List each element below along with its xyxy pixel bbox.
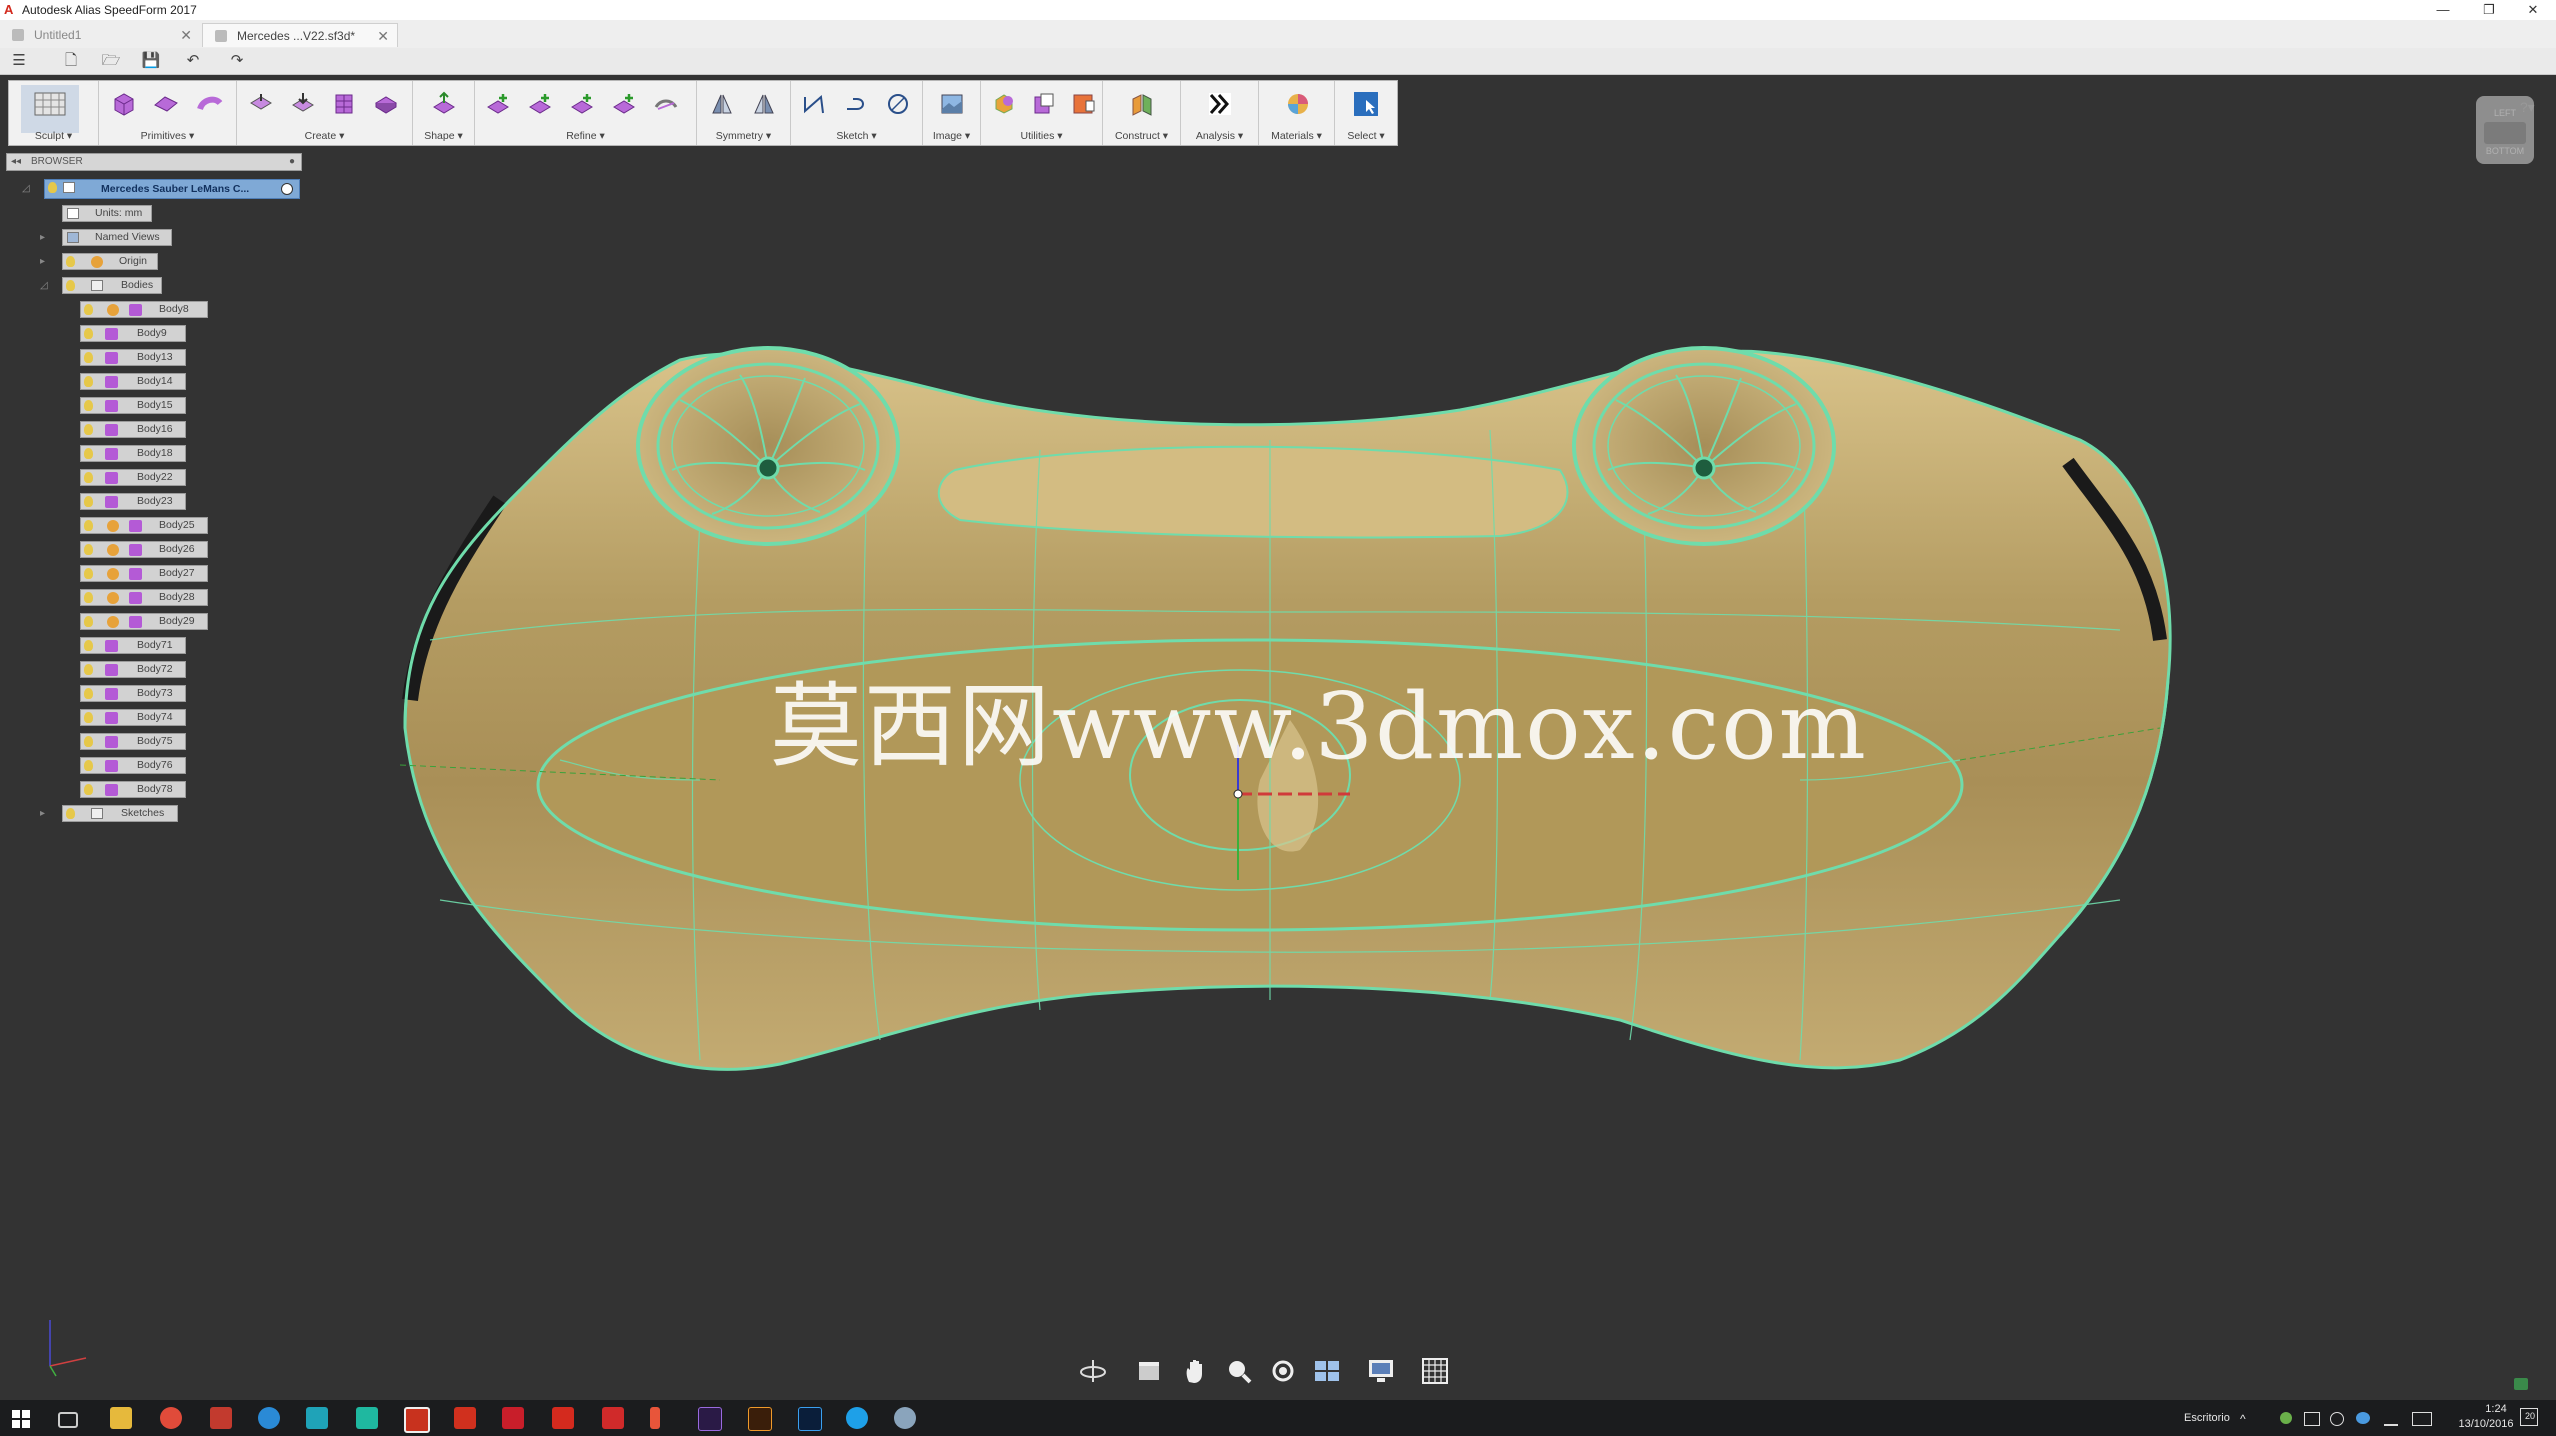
notification-center-icon[interactable]: 20 <box>2520 1408 2538 1426</box>
pan-hand-icon[interactable] <box>1180 1356 1210 1386</box>
grid-toggle-icon[interactable] <box>1420 1356 1450 1386</box>
acrobat-icon[interactable] <box>602 1407 624 1429</box>
app-v-icon[interactable] <box>502 1407 524 1429</box>
premiere-icon[interactable] <box>698 1407 722 1431</box>
keyboard-icon[interactable] <box>2412 1412 2432 1426</box>
watermark-text: 莫西网www.3dmox.com <box>770 673 1868 780</box>
clock-date[interactable]: 13/10/2016 <box>2444 1418 2528 1430</box>
display-settings-icon[interactable] <box>1312 1356 1342 1386</box>
illustrator-icon[interactable] <box>748 1407 772 1431</box>
tray-color-icon[interactable] <box>2356 1412 2370 1424</box>
wheel-rear[interactable] <box>1572 346 1836 546</box>
viewcube-bottom-label: BOTTOM <box>2485 146 2525 156</box>
clock-time[interactable]: 1:24 <box>2466 1403 2526 1415</box>
app-globe-icon[interactable] <box>894 1407 916 1429</box>
volume-icon[interactable] <box>2330 1412 2344 1426</box>
app-teal-icon[interactable] <box>306 1407 328 1429</box>
tray-overflow-icon[interactable]: ^ <box>2240 1412 2246 1426</box>
viewcube-face[interactable] <box>2484 122 2526 144</box>
windows-taskbar: Escritorio ^ 1:24 13/10/2016 20 <box>0 1400 2556 1436</box>
app-circle-icon[interactable] <box>258 1407 280 1429</box>
desktop-toolbar-label[interactable]: Escritorio <box>2184 1412 2230 1424</box>
visual-style-icon[interactable] <box>1366 1356 1396 1386</box>
tray-app-icon[interactable] <box>2280 1412 2292 1424</box>
navigation-bar <box>1072 1352 1472 1392</box>
orbit-icon[interactable] <box>1078 1356 1108 1386</box>
axis-triad-icon <box>49 1320 87 1377</box>
system-tray-icons[interactable] <box>2280 1412 2440 1426</box>
viewcube-top-label: LEFT <box>2493 108 2516 118</box>
start-windows-icon[interactable] <box>12 1410 30 1428</box>
wheel-front[interactable] <box>636 346 900 546</box>
zoom-icon[interactable] <box>1224 1356 1254 1386</box>
app-map-icon[interactable] <box>356 1407 378 1429</box>
app-v2-icon[interactable] <box>552 1407 574 1429</box>
photoshop-icon[interactable] <box>798 1407 822 1431</box>
fit-view-icon[interactable] <box>1268 1356 1298 1386</box>
sketch-pencil-icon[interactable] <box>650 1407 660 1429</box>
skype-icon[interactable] <box>846 1407 868 1429</box>
autodesk-alias-icon[interactable] <box>454 1407 476 1429</box>
network-icon[interactable] <box>2304 1412 2320 1426</box>
look-at-icon[interactable] <box>1134 1356 1164 1386</box>
pen-icon[interactable] <box>2384 1412 2398 1426</box>
file-explorer-icon[interactable] <box>110 1407 132 1429</box>
app-sa-icon[interactable] <box>210 1407 232 1429</box>
chrome-icon[interactable] <box>160 1407 182 1429</box>
autodesk-speedform-taskbar-icon[interactable] <box>404 1407 430 1433</box>
task-view-icon[interactable] <box>58 1412 78 1428</box>
status-indicator-icon[interactable] <box>2514 1378 2528 1390</box>
viewcube[interactable]: LEFT BOTTOM <box>2476 96 2534 164</box>
notification-count: 20 <box>2525 1411 2536 1421</box>
